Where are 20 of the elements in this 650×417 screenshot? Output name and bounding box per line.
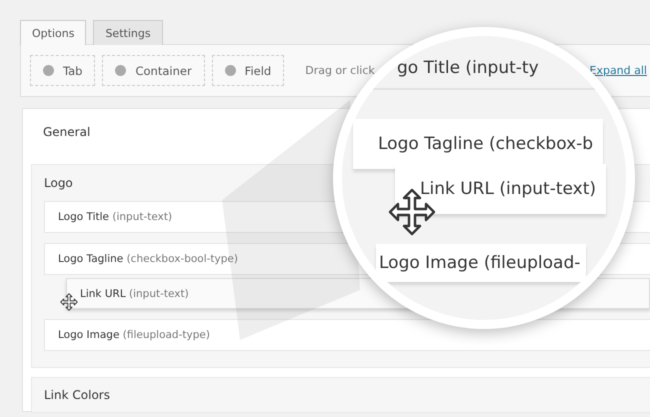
tab[interactable]: Options: [20, 20, 86, 45]
magnified-label: go Title (input-ty: [397, 58, 539, 78]
field-label: Logo Image (fileupload-type): [58, 329, 210, 341]
field-label: Logo Tagline (checkbox-bool-type): [58, 253, 238, 265]
move-cursor-icon: [60, 293, 78, 311]
section-title[interactable]: Link Colors: [44, 388, 110, 402]
magnified-label: Logo Tagline (checkbox-b: [378, 134, 594, 154]
magnified-label: Logo Image (fileupload-: [379, 253, 580, 273]
add-button[interactable]: Field: [212, 55, 284, 86]
tab[interactable]: Settings: [93, 20, 163, 45]
add-button[interactable]: Container: [102, 55, 205, 86]
section-title[interactable]: General: [43, 125, 90, 139]
add-button[interactable]: Tab: [30, 55, 96, 86]
magnified-label: Link URL (input-text): [420, 179, 596, 199]
field-label: Link URL (input-text): [80, 288, 189, 300]
expand-all-link[interactable]: Expand all: [590, 64, 647, 77]
field-label: Logo Title (input-text): [58, 211, 172, 223]
section-title[interactable]: Logo: [44, 176, 73, 190]
hint-text: Drag or click: [305, 64, 375, 77]
field-row[interactable]: Logo Image (fileupload-type): [44, 319, 650, 351]
